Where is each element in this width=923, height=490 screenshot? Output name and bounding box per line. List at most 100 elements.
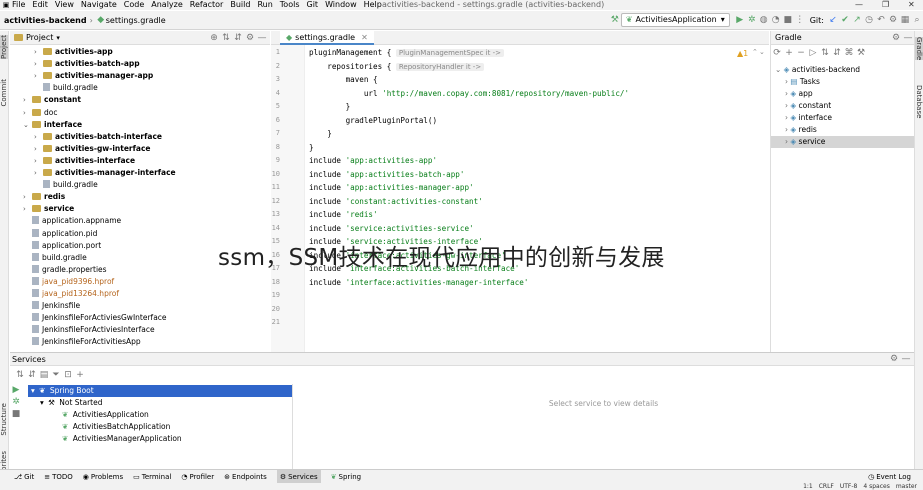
git-push-icon[interactable]: ↗	[851, 11, 863, 30]
project-tree-item[interactable]: › activities-manager-interface	[34, 167, 176, 179]
menu-file[interactable]: File	[12, 0, 25, 10]
caret-position[interactable]: 1:1	[803, 483, 813, 490]
collapse-all-icon[interactable]: ⇵	[232, 31, 244, 45]
menu-navigate[interactable]: Navigate	[81, 0, 117, 10]
add-icon[interactable]: +	[783, 45, 795, 61]
project-tree-item[interactable]: java_pid13264.hprof	[23, 288, 119, 300]
project-tree-item[interactable]: › activities-app	[34, 46, 113, 58]
expand-arrow-icon[interactable]: ›	[34, 167, 43, 179]
group-by-icon[interactable]: ▤	[38, 366, 50, 384]
collapse-all-icon[interactable]: ⇵	[831, 45, 843, 61]
gradle-tree-item[interactable]: › ◈ redis	[771, 124, 914, 136]
menu-run[interactable]: Run	[257, 0, 272, 10]
gradle-tree-item[interactable]: › ◈ constant	[771, 100, 914, 112]
minimize-icon[interactable]: —	[855, 0, 863, 10]
project-tree-item[interactable]: application.pid	[23, 228, 97, 240]
project-tree-item[interactable]: › activities-gw-interface	[34, 143, 151, 155]
gradle-tool-tab[interactable]: Gradle	[915, 37, 923, 61]
structure-tool-tab[interactable]: Structure	[0, 403, 8, 436]
add-service-icon[interactable]: +	[74, 366, 86, 384]
project-tree-item[interactable]: › service	[23, 203, 74, 215]
event-log-button[interactable]: ◷ Event Log	[868, 470, 911, 484]
project-tree-item[interactable]: › activities-interface	[34, 155, 135, 167]
project-tree-item[interactable]: build.gradle	[34, 82, 98, 94]
expand-arrow-icon[interactable]: ›	[34, 58, 43, 70]
menu-build[interactable]: Build	[230, 0, 250, 10]
menu-analyze[interactable]: Analyze	[151, 0, 183, 10]
breadcrumb-project[interactable]: activities-backend	[4, 11, 87, 30]
database-tool-tab[interactable]: Database	[915, 85, 923, 118]
service-node-activities-application[interactable]: ❦ ActivitiesApplication	[62, 409, 149, 421]
chevron-down-icon[interactable]: ▾	[56, 34, 60, 42]
project-tree-item[interactable]: JenkinsfileForActiviesGwInterface	[23, 312, 167, 324]
tool-tab-terminal[interactable]: ▭ Terminal	[133, 470, 171, 484]
expand-arrow-icon[interactable]: ›	[34, 70, 43, 82]
service-node-activities-batch-application[interactable]: ❦ ActivitiesBatchApplication	[62, 421, 170, 433]
project-tree-item[interactable]: JenkinsfileForActivitiesApp	[23, 336, 141, 348]
expand-arrow-icon[interactable]: ›	[34, 155, 43, 167]
expand-arrow-icon[interactable]: ›	[34, 46, 43, 58]
remove-icon[interactable]: −	[795, 45, 807, 61]
project-tree-item[interactable]: application.port	[23, 240, 101, 252]
expand-arrow-icon[interactable]: ›	[34, 143, 43, 155]
gradle-tree-item[interactable]: › ◈ interface	[771, 112, 914, 124]
project-tree-item[interactable]: build.gradle	[23, 252, 87, 264]
run-configuration-select[interactable]: ❦ ActivitiesApplication ▾	[620, 13, 730, 27]
project-tree-item[interactable]: java_pid9396.hprof	[23, 276, 114, 288]
debug-icon[interactable]: ✲	[10, 396, 22, 408]
gradle-tree-item[interactable]: › ◈ app	[771, 88, 914, 100]
collapse-all-icon[interactable]: ⇵	[26, 366, 38, 384]
git-branch[interactable]: master	[896, 483, 917, 490]
execute-task-icon[interactable]: ▷	[807, 45, 819, 61]
git-commit-icon[interactable]: ✔	[839, 11, 851, 30]
commit-tool-tab[interactable]: Commit	[0, 79, 8, 107]
tool-tab-todo[interactable]: ≡ TODO	[44, 470, 73, 484]
menu-refactor[interactable]: Refactor	[190, 0, 224, 10]
expand-arrow-icon[interactable]: ›	[23, 203, 32, 215]
project-tree-item[interactable]: › constant	[23, 94, 81, 106]
gradle-tree-item[interactable]: › ▤ Tasks	[771, 76, 914, 88]
code-editor[interactable]: pluginManagement { PluginManagementSpec …	[305, 45, 769, 352]
expand-arrow-icon[interactable]: ›	[23, 107, 32, 119]
project-tree-item[interactable]: › doc	[23, 107, 57, 119]
settings-icon[interactable]: ⚙	[887, 11, 899, 30]
project-tree-item[interactable]: JenkinsfileForActiviesInterface	[23, 324, 155, 336]
project-tree-item[interactable]: › activities-batch-app	[34, 58, 140, 70]
build-hammer-icon[interactable]: ⚒	[609, 11, 621, 30]
search-icon[interactable]: ⌕	[911, 11, 923, 30]
tool-tab-profiler[interactable]: ◔ Profiler	[181, 470, 214, 484]
expand-all-icon[interactable]: ⇅	[14, 366, 26, 384]
expand-arrow-icon[interactable]: ›	[23, 94, 32, 106]
project-structure-icon[interactable]: ▦	[899, 11, 911, 30]
expand-arrow-icon[interactable]: ⌄	[23, 119, 32, 131]
service-node-not-started[interactable]: ▾ ⚒ Not Started	[40, 397, 103, 409]
tool-tab-spring[interactable]: ❦ Spring	[331, 470, 361, 484]
project-tree-item[interactable]: › redis	[23, 191, 65, 203]
indent-setting[interactable]: 4 spaces	[863, 483, 889, 490]
project-tool-tab[interactable]: Project	[0, 35, 8, 59]
project-tree-item[interactable]: › activities-manager-app	[34, 70, 153, 82]
run-icon[interactable]: ▶	[734, 11, 746, 30]
project-tree-item[interactable]: ⌄ interface	[23, 119, 82, 131]
breadcrumb-file[interactable]: settings.gradle	[106, 11, 166, 30]
hide-panel-icon[interactable]: —	[902, 31, 914, 45]
hide-panel-icon[interactable]: —	[256, 31, 268, 45]
tool-tab-problems[interactable]: ◉ Problems	[83, 470, 123, 484]
project-tree-item[interactable]: application.appname	[23, 215, 121, 227]
menu-code[interactable]: Code	[124, 0, 144, 10]
gear-icon[interactable]: ⚙	[244, 31, 256, 45]
expand-all-icon[interactable]: ⇅	[220, 31, 232, 45]
line-separator[interactable]: CRLF	[819, 483, 834, 490]
locate-icon[interactable]: ⊕	[208, 31, 220, 45]
project-tree-item[interactable]: gradle.properties	[23, 264, 107, 276]
reload-icon[interactable]: ⟳	[771, 45, 783, 61]
service-node-activities-manager-application[interactable]: ❦ ActivitiesManagerApplication	[62, 433, 182, 445]
run-icon[interactable]: ▶	[10, 384, 22, 396]
more-actions-icon[interactable]: ⋮	[794, 11, 806, 30]
close-icon[interactable]: ✕	[908, 0, 915, 10]
tool-tab-endpoints[interactable]: ⊛ Endpoints	[224, 470, 267, 484]
project-panel-title[interactable]: Project	[26, 33, 53, 42]
rollback-icon[interactable]: ↶	[875, 11, 887, 30]
service-node-spring-boot[interactable]: ▾ ❦ Spring Boot	[28, 385, 292, 397]
tool-tab-services[interactable]: ⚙ Services	[276, 469, 321, 484]
